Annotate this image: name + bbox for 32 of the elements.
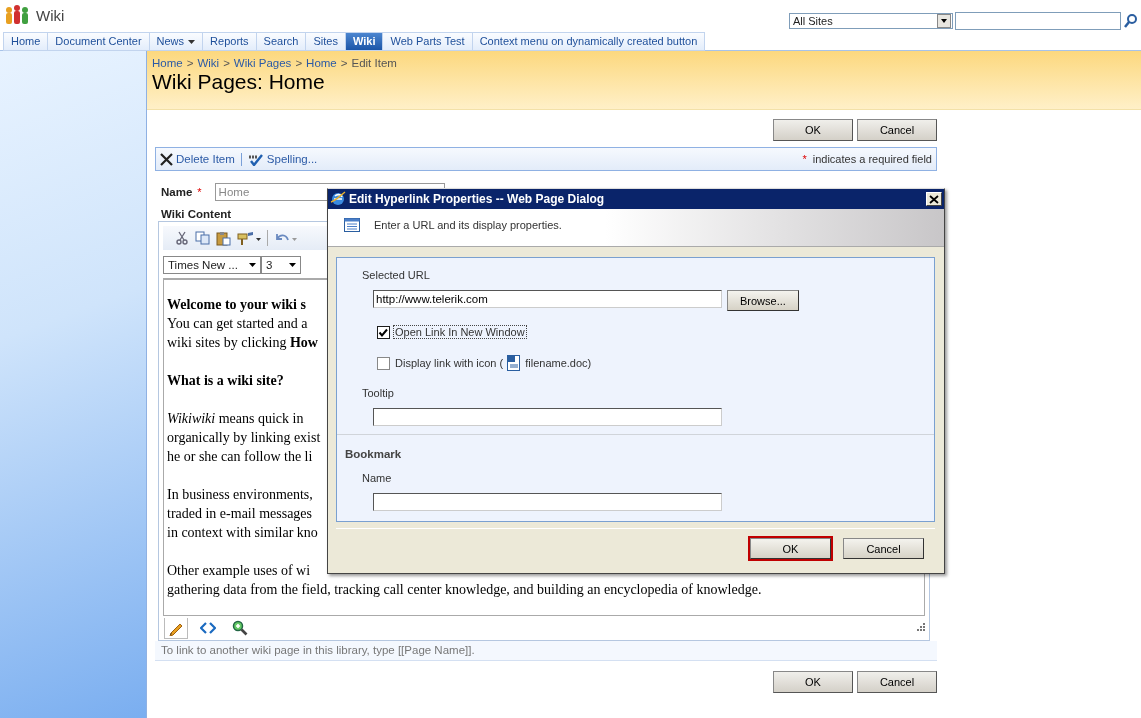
page-title: Wiki Pages: Home xyxy=(152,70,326,94)
content-text-line: he or she can follow the li xyxy=(167,448,313,466)
breadcrumb-separator: > xyxy=(295,57,303,69)
required-mark: * xyxy=(197,186,202,198)
content-text-line: gathering data from the field, tracking call center knowledge, and building an encyclopedia of knowledge. xyxy=(167,581,762,599)
breadcrumb-separator: > xyxy=(223,57,230,69)
field-label: Wiki Content xyxy=(161,208,233,220)
required-note: indicates a required field xyxy=(812,153,932,165)
content-text-line: In business environments, xyxy=(167,486,313,504)
required-mark: * xyxy=(802,153,807,165)
file-name: filename.doc) xyxy=(524,356,593,370)
field-label: Selected URL xyxy=(362,269,431,281)
content-text-line: traded in e-mail messages xyxy=(167,505,312,523)
breadcrumb-separator: > xyxy=(186,57,194,69)
content-text-line: You can get started and a xyxy=(167,315,308,333)
site-title: Wiki xyxy=(36,6,65,24)
dialog-title: Edit Hyperlink Properties -- Web Page Dialog xyxy=(349,192,605,206)
breadcrumb-current: Edit Item xyxy=(351,57,397,69)
content-text-line: in context with similar kno xyxy=(167,524,318,542)
content-text-line: Welcome to your wiki s xyxy=(167,296,306,314)
field-label: Name xyxy=(161,186,193,198)
content-heading: What is a wiki site? xyxy=(167,372,284,390)
content-text-line: organically by linking exist xyxy=(167,429,321,447)
content-text-line: Other example uses of wi xyxy=(167,562,311,580)
field-label: Name xyxy=(362,472,393,484)
field-label: Tooltip xyxy=(362,387,395,399)
breadcrumb-separator: > xyxy=(340,57,348,69)
dialog-description: Enter a URL and its display properties. xyxy=(374,218,562,231)
content-text-line: Wikiwiki means quick in xyxy=(167,410,304,428)
section-heading: Bookmark xyxy=(345,448,403,460)
content-text-line: wiki sites by clicking How xyxy=(167,334,318,352)
hint-text: To link to another wiki page in this library, type [[Page Name]]. xyxy=(155,641,937,661)
